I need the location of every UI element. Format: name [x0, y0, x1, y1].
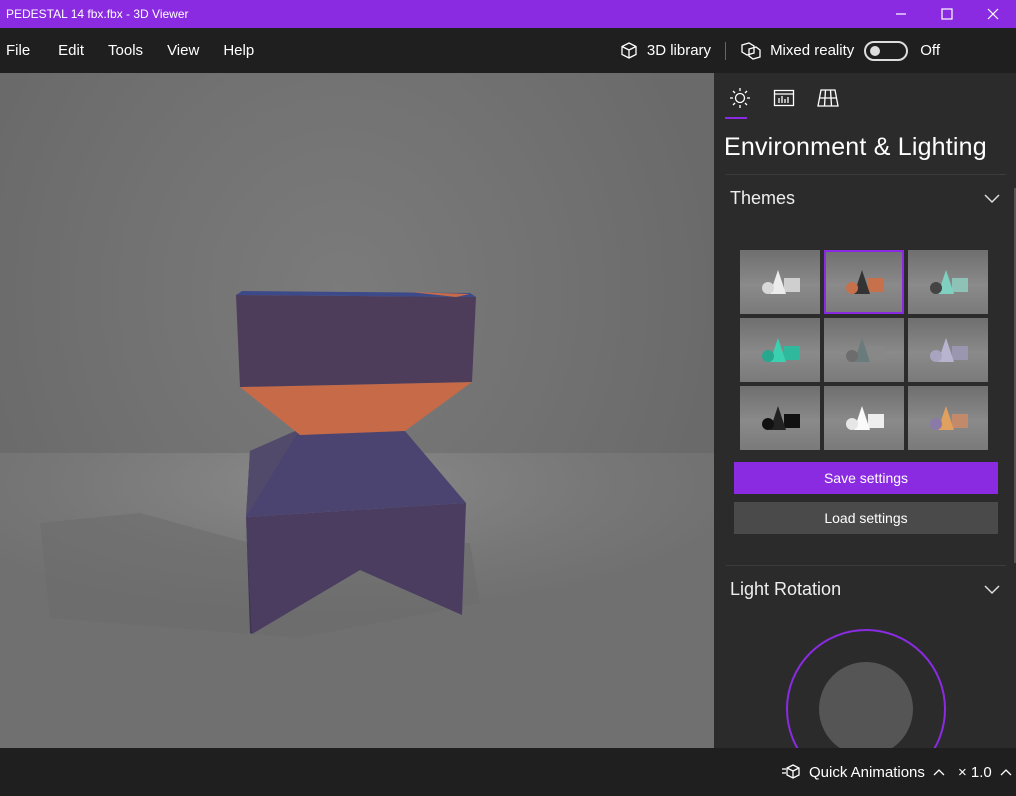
- title-bar: PEDESTAL 14 fbx.fbx - 3D Viewer: [0, 0, 1016, 28]
- close-button[interactable]: [970, 0, 1016, 28]
- 3d-library-button[interactable]: 3D library: [619, 41, 711, 61]
- chevron-up-icon: [1000, 769, 1012, 776]
- close-icon: [987, 8, 999, 20]
- stats-icon: [773, 89, 795, 107]
- status-bar: Quick Animations × 1.0: [0, 748, 1016, 796]
- quick-animations-label: Quick Animations: [809, 763, 925, 781]
- light-rotation-section-header[interactable]: Light Rotation: [726, 565, 1006, 613]
- toggle-state-label: Off: [920, 42, 940, 59]
- toggle-knob: [870, 45, 881, 56]
- mixed-reality-label: Mixed reality: [770, 42, 855, 59]
- animation-cube-icon: [782, 764, 800, 779]
- menu-tools[interactable]: Tools: [96, 28, 155, 73]
- theme-thumb[interactable]: [824, 250, 904, 314]
- menu-file[interactable]: File: [0, 28, 46, 73]
- quick-animations-button[interactable]: Quick Animations: [781, 748, 945, 796]
- mixed-reality-toggle[interactable]: [864, 40, 909, 61]
- minimize-icon: [896, 13, 906, 15]
- theme-thumb[interactable]: [740, 386, 820, 450]
- themes-label: Themes: [730, 188, 796, 208]
- theme-thumb[interactable]: [740, 250, 820, 314]
- load-settings-button[interactable]: Load settings: [734, 502, 998, 534]
- grid-icon: [817, 89, 839, 107]
- panel-tabs: [714, 73, 1016, 119]
- pedestal-model[interactable]: [0, 73, 714, 748]
- 3d-viewport[interactable]: [0, 73, 714, 748]
- light-rotation-dial[interactable]: [786, 629, 946, 748]
- maximize-button[interactable]: [924, 0, 970, 28]
- 3d-library-label: 3D library: [646, 42, 712, 59]
- theme-thumb[interactable]: [824, 318, 904, 382]
- environment-panel: Environment & Lighting Themes Save setti…: [714, 73, 1016, 748]
- chevron-up-icon: [933, 769, 945, 776]
- theme-thumb[interactable]: [908, 386, 988, 450]
- themes-section-header[interactable]: Themes: [726, 174, 1006, 222]
- minimize-button[interactable]: [878, 0, 924, 28]
- animation-speed-button[interactable]: × 1.0: [958, 748, 1012, 796]
- sun-icon: [730, 88, 750, 108]
- theme-thumb[interactable]: [740, 318, 820, 382]
- chevron-down-icon: [984, 193, 1000, 203]
- light-rotation-label: Light Rotation: [730, 579, 842, 599]
- theme-thumb[interactable]: [824, 386, 904, 450]
- menu-help[interactable]: Help: [211, 28, 266, 73]
- menu-bar: File Edit Tools View Help 3D library Mix…: [0, 28, 1016, 73]
- theme-thumb[interactable]: [908, 318, 988, 382]
- tab-stats[interactable]: [769, 87, 799, 119]
- save-settings-button[interactable]: Save settings: [734, 462, 998, 494]
- menu-view[interactable]: View: [155, 28, 211, 73]
- tab-environment[interactable]: [725, 87, 755, 119]
- maximize-icon: [941, 8, 953, 20]
- light-rotation-knob[interactable]: [819, 662, 913, 748]
- theme-grid: [740, 250, 988, 450]
- tab-grid[interactable]: [813, 87, 843, 119]
- animation-speed-label: × 1.0: [958, 763, 992, 781]
- panel-title: Environment & Lighting: [724, 133, 987, 161]
- mixed-reality-icon: [741, 41, 761, 60]
- theme-thumb[interactable]: [908, 250, 988, 314]
- window-title: PEDESTAL 14 fbx.fbx - 3D Viewer: [6, 7, 189, 21]
- toolbar-divider: [725, 41, 727, 60]
- chevron-down-icon: [984, 584, 1000, 594]
- mixed-reality-button[interactable]: Mixed reality: [740, 41, 854, 61]
- menu-edit[interactable]: Edit: [46, 28, 96, 73]
- cube-icon: [621, 41, 637, 59]
